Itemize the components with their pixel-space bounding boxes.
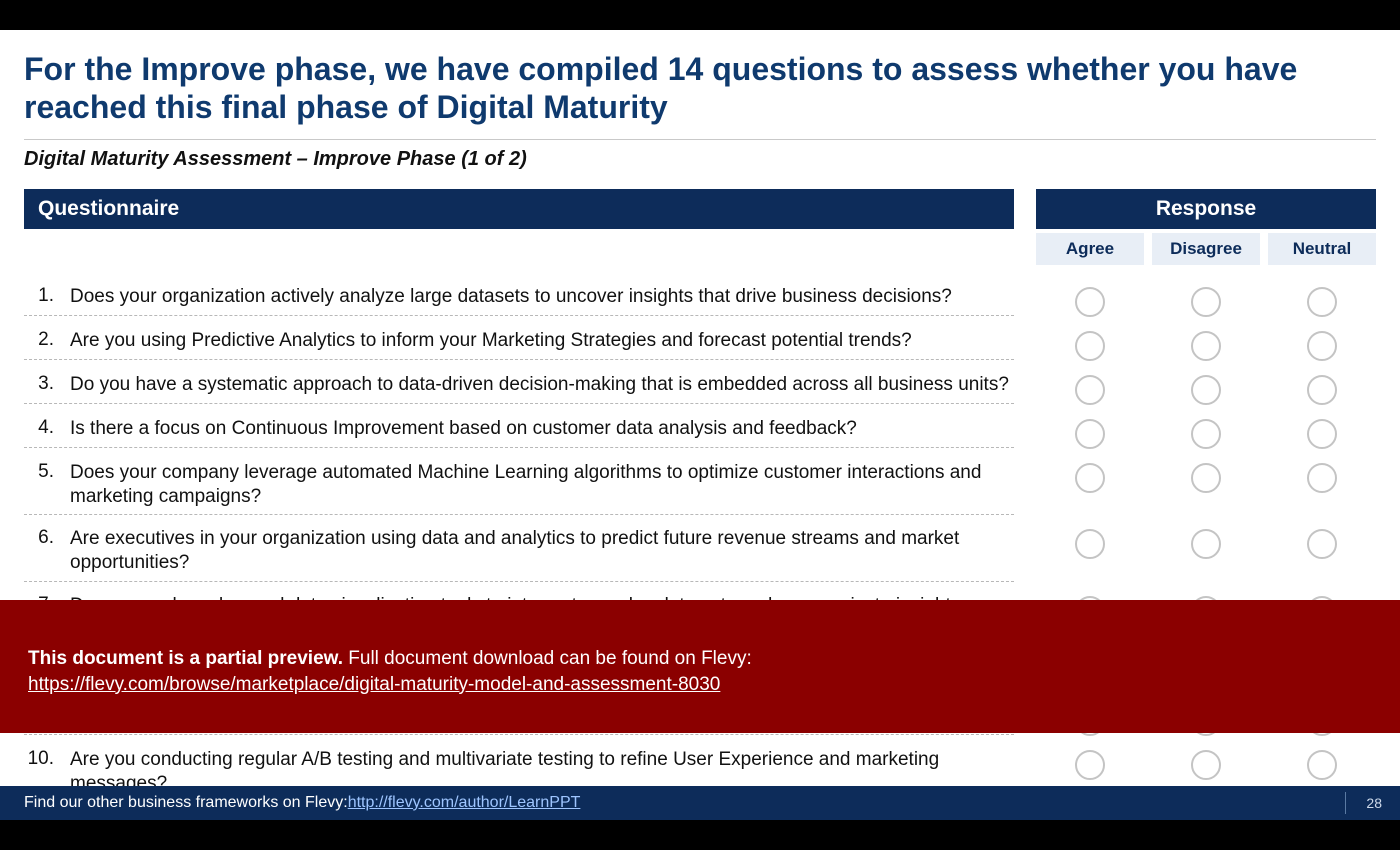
- response-label-row: Agree Disagree Neutral: [24, 233, 1376, 265]
- preview-overlay: This document is a partial preview. Full…: [0, 600, 1400, 733]
- radio-neutral[interactable]: [1307, 287, 1337, 317]
- question-row: 3. Do you have a systematic approach to d…: [24, 367, 1376, 411]
- question-number: 2.: [24, 329, 54, 353]
- radio-disagree[interactable]: [1191, 419, 1221, 449]
- header-response: Response: [1036, 189, 1376, 229]
- question-text: Are executives in your organization usin…: [70, 527, 1014, 575]
- question-number: 3.: [24, 373, 54, 397]
- response-label-neutral: Neutral: [1268, 233, 1376, 265]
- question-number: 4.: [24, 417, 54, 441]
- footer-text: Find our other business frameworks on Fl…: [24, 794, 348, 812]
- overlay-lead-bold: This document is a partial preview.: [28, 648, 343, 669]
- radio-agree[interactable]: [1075, 750, 1105, 780]
- title-rule: [24, 139, 1376, 140]
- question-row: 1. Does your organization actively analyz…: [24, 279, 1376, 323]
- footer-link[interactable]: http://flevy.com/author/LearnPPT: [348, 794, 581, 812]
- question-row: 4. Is there a focus on Continuous Improve…: [24, 411, 1376, 455]
- question-text: Do you have a systematic approach to dat…: [70, 373, 1014, 397]
- question-text: Are you using Predictive Analytics to in…: [70, 329, 1014, 353]
- radio-neutral[interactable]: [1307, 750, 1337, 780]
- radio-disagree[interactable]: [1191, 287, 1221, 317]
- radio-disagree[interactable]: [1191, 463, 1221, 493]
- table-header-row: Questionnaire Response: [24, 189, 1376, 229]
- question-text: Does your organization actively analyze …: [70, 285, 1014, 309]
- radio-neutral[interactable]: [1307, 375, 1337, 405]
- radio-agree[interactable]: [1075, 331, 1105, 361]
- question-row: 2. Are you using Predictive Analytics to …: [24, 323, 1376, 367]
- question-number: 5.: [24, 461, 54, 509]
- question-text: Does your company leverage automated Mac…: [70, 461, 1014, 509]
- question-number: 6.: [24, 527, 54, 575]
- question-text: Is there a focus on Continuous Improveme…: [70, 417, 1014, 441]
- slide-footer: Find our other business frameworks on Fl…: [0, 786, 1400, 820]
- radio-neutral[interactable]: [1307, 331, 1337, 361]
- slide-subtitle: Digital Maturity Assessment – Improve Ph…: [24, 148, 1376, 171]
- radio-agree[interactable]: [1075, 419, 1105, 449]
- question-number: 1.: [24, 285, 54, 309]
- radio-neutral[interactable]: [1307, 463, 1337, 493]
- radio-disagree[interactable]: [1191, 750, 1221, 780]
- radio-agree[interactable]: [1075, 529, 1105, 559]
- overlay-lead-rest: Full document download can be found on F…: [343, 648, 752, 669]
- page-number: 28: [1366, 795, 1382, 811]
- pageno-separator: [1345, 792, 1346, 814]
- radio-agree[interactable]: [1075, 463, 1105, 493]
- radio-disagree[interactable]: [1191, 331, 1221, 361]
- slide-title: For the Improve phase, we have compiled …: [24, 50, 1376, 127]
- response-label-disagree: Disagree: [1152, 233, 1260, 265]
- header-questionnaire: Questionnaire: [24, 189, 1014, 229]
- page-container: For the Improve phase, we have compiled …: [0, 0, 1400, 850]
- radio-disagree[interactable]: [1191, 375, 1221, 405]
- question-row: 5. Does your company leverage automated M…: [24, 455, 1376, 522]
- overlay-link[interactable]: https://flevy.com/browse/marketplace/dig…: [28, 674, 720, 695]
- question-row: 6. Are executives in your organization us…: [24, 521, 1376, 588]
- radio-disagree[interactable]: [1191, 529, 1221, 559]
- radio-agree[interactable]: [1075, 375, 1105, 405]
- response-label-agree: Agree: [1036, 233, 1144, 265]
- radio-neutral[interactable]: [1307, 419, 1337, 449]
- radio-agree[interactable]: [1075, 287, 1105, 317]
- slide: For the Improve phase, we have compiled …: [0, 30, 1400, 820]
- radio-neutral[interactable]: [1307, 529, 1337, 559]
